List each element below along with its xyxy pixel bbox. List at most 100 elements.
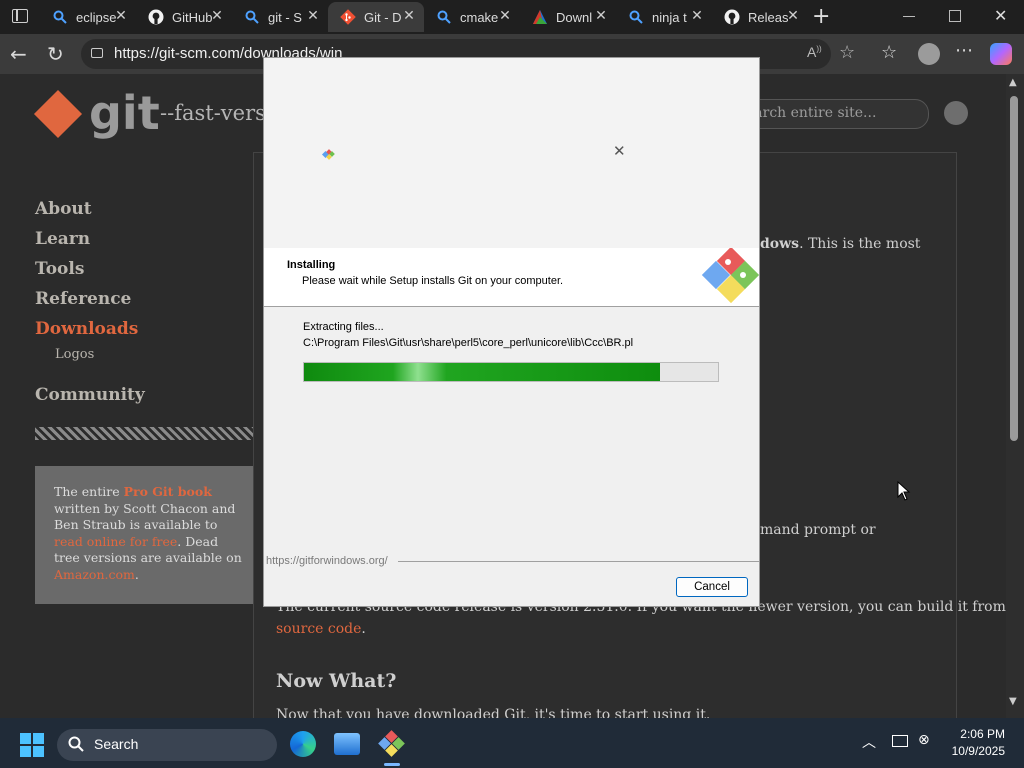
taskbar-date[interactable]: 10/9/2025 [940,744,1005,758]
dialog-close-icon[interactable]: ✕ [613,142,626,160]
mouse-cursor-icon [897,480,911,505]
restore-icon[interactable] [949,10,961,22]
theme-toggle-icon[interactable] [944,101,968,125]
nav-learn[interactable]: Learn [35,229,90,249]
taskbar: Search ︿ ⊗ 2:06 PM 10/9/2025 [0,718,1024,768]
nav-reference[interactable]: Reference [35,289,131,309]
profile-avatar[interactable] [918,43,940,65]
new-tab-plus-icon[interactable]: + [812,4,830,29]
tab-git-search[interactable]: git - S ✕ [232,2,328,32]
tab-cmake-download[interactable]: Downl ✕ [520,2,616,32]
git-for-windows-logo-icon [701,246,761,306]
close-icon[interactable]: ✕ [594,9,608,23]
close-icon[interactable]: ✕ [786,9,800,23]
git-setup-taskbar-icon[interactable] [378,730,406,758]
git-icon [340,9,356,25]
network-icon[interactable] [892,735,908,747]
volume-muted-icon[interactable]: ⊗ [918,732,930,748]
tab-label: ninja t [652,9,687,25]
tab-label: Downl [556,9,593,25]
browser-tab-strip: eclipse ✕ GitHub ✕ git - S ✕ Git - D ✕ c… [0,0,1024,34]
tab-label: GitHub [172,9,213,25]
nav-community[interactable]: Community [35,385,145,405]
instructions-fragment: mand prompt or [760,522,876,538]
refresh-icon[interactable]: ↻ [47,42,64,66]
promo-text: The entire [54,484,124,499]
tab-label: Releas [748,9,789,25]
tab-actions-icon[interactable] [12,9,28,23]
active-app-indicator [384,763,400,766]
pro-git-book-link[interactable]: Pro Git book [124,484,212,499]
close-icon[interactable]: ✕ [210,9,224,23]
git-setup-small-icon [321,146,335,160]
window-close-icon[interactable]: ✕ [994,6,1007,25]
cancel-button[interactable]: Cancel [676,577,748,597]
emphasis: dows [760,236,800,252]
search-icon [52,9,68,25]
footer-divider [398,561,759,562]
footer-url: https://gitforwindows.org/ [266,555,388,567]
read-aloud-icon[interactable]: A)) [807,44,822,60]
start-windows-icon[interactable] [20,733,44,757]
nav-tools[interactable]: Tools [35,259,84,279]
page-scrollbar[interactable]: ▲ ▼ [1006,74,1024,718]
site-info-icon[interactable] [91,48,103,58]
tab-label: eclipse [76,9,117,25]
intro-text-fragment: dows. This is the most [760,236,920,252]
tab-label: git - S [268,9,302,25]
tab-git-downloads[interactable]: Git - D ✕ [328,2,424,32]
nav-logos[interactable]: Logos [55,347,94,362]
tab-ninja-search[interactable]: ninja t ✕ [616,2,712,32]
site-logo-text[interactable]: git [89,86,160,140]
dialog-header: Installing Please wait while Setup insta… [264,246,761,307]
source-release-line-2: source code. [276,621,366,637]
nav-about[interactable]: About [35,199,92,219]
scroll-down-arrow-icon[interactable]: ▼ [1009,696,1017,707]
divider-stripes [35,427,253,440]
close-icon[interactable]: ✕ [690,9,704,23]
search-icon [628,9,644,25]
favorites-icon[interactable]: ☆ [881,42,897,63]
git-logo-icon[interactable] [33,89,83,139]
tab-github[interactable]: GitHub ✕ [136,2,232,32]
pro-git-text: The entire Pro Git book written by Scott… [54,484,244,583]
tab-releases[interactable]: Releas ✕ [712,2,808,32]
amazon-link[interactable]: Amazon.com [54,567,135,582]
close-icon[interactable]: ✕ [402,9,416,23]
cmake-icon [532,9,548,25]
github-icon [148,9,164,25]
tab-cmake-search[interactable]: cmake ✕ [424,2,520,32]
text: . This is the most [799,236,921,252]
photos-app-icon[interactable] [334,733,360,755]
installing-subtitle: Please wait while Setup installs Git on … [302,275,564,287]
show-hidden-icons-chevron-icon[interactable]: ︿ [862,732,876,752]
status-text: Extracting files... [303,321,384,333]
now-what-text: Now that you have downloaded Git, it's t… [276,707,711,718]
nav-downloads[interactable]: Downloads [35,319,138,339]
favorite-star-icon[interactable]: ☆ [839,42,855,63]
close-icon[interactable]: ✕ [306,9,320,23]
tab-label: Git - D [364,9,402,25]
scrollbar-thumb[interactable] [1010,96,1018,441]
back-arrow-icon[interactable]: ← [10,42,27,66]
search-icon [68,736,84,756]
tab-eclipse[interactable]: eclipse ✕ [40,2,136,32]
git-setup-dialog: ✕ Installing Please wait while Setup ins… [263,57,760,607]
promo-text: written by Scott Chacon and Ben Straub i… [54,500,236,533]
scroll-up-arrow-icon[interactable]: ▲ [1009,77,1017,88]
taskbar-time[interactable]: 2:06 PM [940,727,1005,741]
pro-git-promo: The entire Pro Git book written by Scott… [35,466,253,604]
dialog-title-area: ✕ [264,58,759,248]
edge-browser-icon[interactable] [290,731,316,757]
install-progress-bar [303,362,719,382]
close-icon[interactable]: ✕ [114,9,128,23]
search-icon [436,9,452,25]
source-code-link[interactable]: source code [276,621,361,637]
minimize-icon[interactable] [903,16,915,17]
more-options-icon[interactable]: ⋯ [955,40,973,61]
read-online-link[interactable]: read online for free [54,534,177,549]
close-icon[interactable]: ✕ [498,9,512,23]
copilot-icon[interactable] [990,43,1012,65]
taskbar-search-box[interactable]: Search [57,729,277,761]
install-progress-fill [304,363,660,381]
